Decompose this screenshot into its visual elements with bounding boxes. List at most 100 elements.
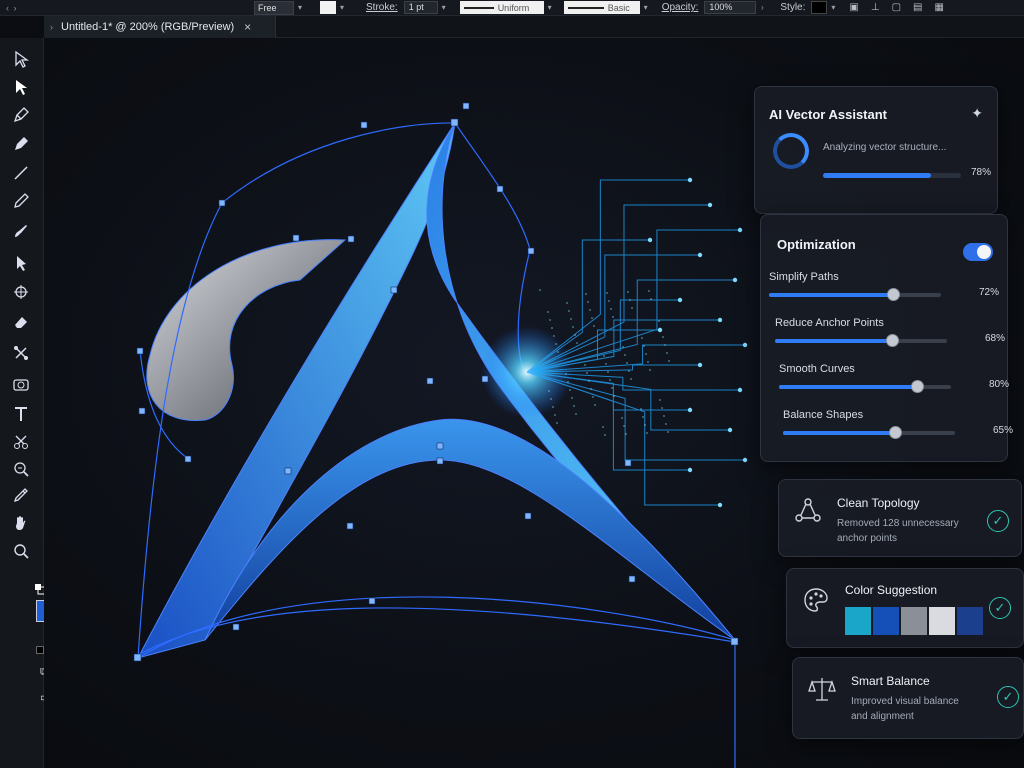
particle-dot bbox=[640, 408, 642, 410]
circuit-node bbox=[687, 407, 693, 413]
zoom-tool-icon[interactable] bbox=[9, 540, 33, 562]
logo-right-stroke bbox=[426, 122, 736, 641]
chevron-down-icon[interactable]: ▾ bbox=[336, 3, 348, 12]
shape-builder-tool-icon[interactable] bbox=[9, 342, 33, 364]
chevron-down-icon[interactable]: ▾ bbox=[544, 3, 556, 12]
transform-icon[interactable]: ▢ bbox=[892, 2, 901, 13]
camera-tool-icon[interactable] bbox=[9, 373, 33, 395]
close-icon[interactable]: × bbox=[244, 20, 251, 34]
suggested-swatches bbox=[845, 607, 983, 635]
circuit-node bbox=[707, 202, 713, 208]
option-slider[interactable] bbox=[783, 426, 955, 439]
eyedropper-tool-icon[interactable] bbox=[9, 484, 33, 506]
recolor-icon[interactable]: ▣ bbox=[849, 2, 858, 13]
panel-menu-icon[interactable]: ▦ bbox=[934, 2, 943, 13]
direct-selection-tool-icon[interactable] bbox=[9, 76, 33, 98]
particle-dot bbox=[668, 360, 670, 362]
graphic-style-swatch[interactable] bbox=[811, 1, 828, 14]
chevron-down-icon[interactable]: ▾ bbox=[294, 3, 306, 12]
circuit-node bbox=[697, 252, 703, 258]
arrange-icon[interactable]: ▤ bbox=[913, 2, 922, 13]
slider-handle[interactable] bbox=[885, 334, 899, 347]
pen-tool-icon[interactable] bbox=[9, 104, 33, 126]
curvature-tool-icon[interactable] bbox=[9, 133, 33, 155]
profile-label: Uniform bbox=[497, 2, 530, 13]
option-value: 68% bbox=[984, 333, 1005, 344]
particle-dot bbox=[571, 397, 573, 399]
align-icon[interactable]: ⊥ bbox=[871, 2, 880, 13]
option-slider[interactable] bbox=[779, 380, 951, 393]
color-mode-button[interactable] bbox=[36, 646, 44, 654]
slider-handle[interactable] bbox=[886, 288, 900, 301]
hand-tool-icon[interactable] bbox=[9, 512, 33, 534]
scissors-tool-icon[interactable] bbox=[9, 431, 33, 453]
particle-dot bbox=[642, 416, 644, 418]
particle-dot bbox=[550, 398, 552, 400]
circuit-node bbox=[742, 457, 748, 463]
particle-dot bbox=[605, 363, 607, 365]
document-tab[interactable]: › Untitled-1* @ 200% (RGB/Preview) × bbox=[44, 16, 276, 38]
color-swatch[interactable] bbox=[873, 607, 899, 635]
circuit-node bbox=[742, 342, 748, 348]
variable-width-profile[interactable]: Uniform bbox=[459, 1, 544, 14]
chevron-down-icon[interactable]: ▾ bbox=[438, 3, 450, 12]
particle-dot bbox=[663, 415, 665, 417]
circuit-node bbox=[717, 502, 723, 508]
fill-swatch[interactable] bbox=[320, 1, 336, 14]
brush-tool-icon[interactable] bbox=[9, 220, 33, 242]
type-tool-icon[interactable] bbox=[9, 403, 33, 425]
particle-dot bbox=[587, 301, 589, 303]
particle-dot bbox=[576, 342, 578, 344]
option-value: 80% bbox=[988, 379, 1009, 390]
selection-tool-icon[interactable] bbox=[9, 48, 33, 70]
particle-dot bbox=[629, 299, 631, 301]
chevron-down-icon[interactable]: ▾ bbox=[827, 3, 839, 12]
palette-icon bbox=[804, 588, 828, 612]
stroke-weight-field[interactable]: 1 pt bbox=[403, 1, 438, 14]
color-suggestion-card[interactable]: Color Suggestion ✓ bbox=[786, 568, 1024, 648]
pencil-tool-icon[interactable] bbox=[9, 190, 33, 212]
color-swatch[interactable] bbox=[845, 607, 871, 635]
chevron-down-icon[interactable]: ▾ bbox=[640, 3, 652, 12]
optimization-toggle[interactable] bbox=[963, 243, 993, 261]
color-swatch[interactable] bbox=[929, 607, 955, 635]
particle-dot bbox=[625, 433, 627, 435]
line-tool-icon[interactable] bbox=[9, 162, 33, 184]
particle-dot bbox=[659, 399, 661, 401]
particle-dot bbox=[628, 370, 630, 372]
color-swatch[interactable] bbox=[957, 607, 983, 635]
option-slider[interactable] bbox=[769, 288, 941, 301]
sparkle-icon[interactable]: ✦ bbox=[971, 105, 983, 122]
smart-balance-card[interactable]: Smart Balance Improved visual balance and… bbox=[792, 657, 1024, 739]
arrow-tool-icon[interactable] bbox=[9, 252, 33, 274]
option-slider[interactable] bbox=[775, 334, 947, 347]
particle-dot bbox=[645, 353, 647, 355]
panel-nav-arrows[interactable]: ‹ › bbox=[0, 3, 44, 13]
particle-dot bbox=[664, 344, 666, 346]
particle-dot bbox=[647, 361, 649, 363]
option-label: Smooth Curves bbox=[779, 363, 855, 375]
fill-mode-dropdown[interactable]: Free bbox=[254, 0, 294, 15]
slider-handle[interactable] bbox=[888, 426, 902, 439]
particle-dot bbox=[624, 354, 626, 356]
particle-dot bbox=[611, 387, 613, 389]
particle-dot bbox=[585, 293, 587, 295]
slider-handle[interactable] bbox=[910, 380, 924, 393]
particle-dot bbox=[606, 292, 608, 294]
particle-dot bbox=[630, 378, 632, 380]
particle-dot bbox=[590, 388, 592, 390]
particle-dot bbox=[591, 317, 593, 319]
particle-dot bbox=[569, 389, 571, 391]
brush-definition[interactable]: Basic bbox=[563, 1, 640, 14]
eraser-tool-icon[interactable] bbox=[9, 311, 33, 333]
zoom-select-tool-icon[interactable] bbox=[9, 458, 33, 480]
clean-topology-card[interactable]: Clean Topology Removed 128 unnecessary an… bbox=[778, 479, 1022, 557]
color-swatch[interactable] bbox=[901, 607, 927, 635]
optimization-row: Simplify Paths 72% bbox=[769, 271, 999, 311]
assistant-status: Analyzing vector structure... bbox=[823, 142, 947, 153]
opacity-field[interactable]: 100% bbox=[704, 1, 757, 14]
particle-dot bbox=[567, 381, 569, 383]
rotate-tool-icon[interactable] bbox=[9, 281, 33, 303]
chevron-right-icon[interactable]: › bbox=[756, 3, 768, 12]
particle-dot bbox=[631, 307, 633, 309]
